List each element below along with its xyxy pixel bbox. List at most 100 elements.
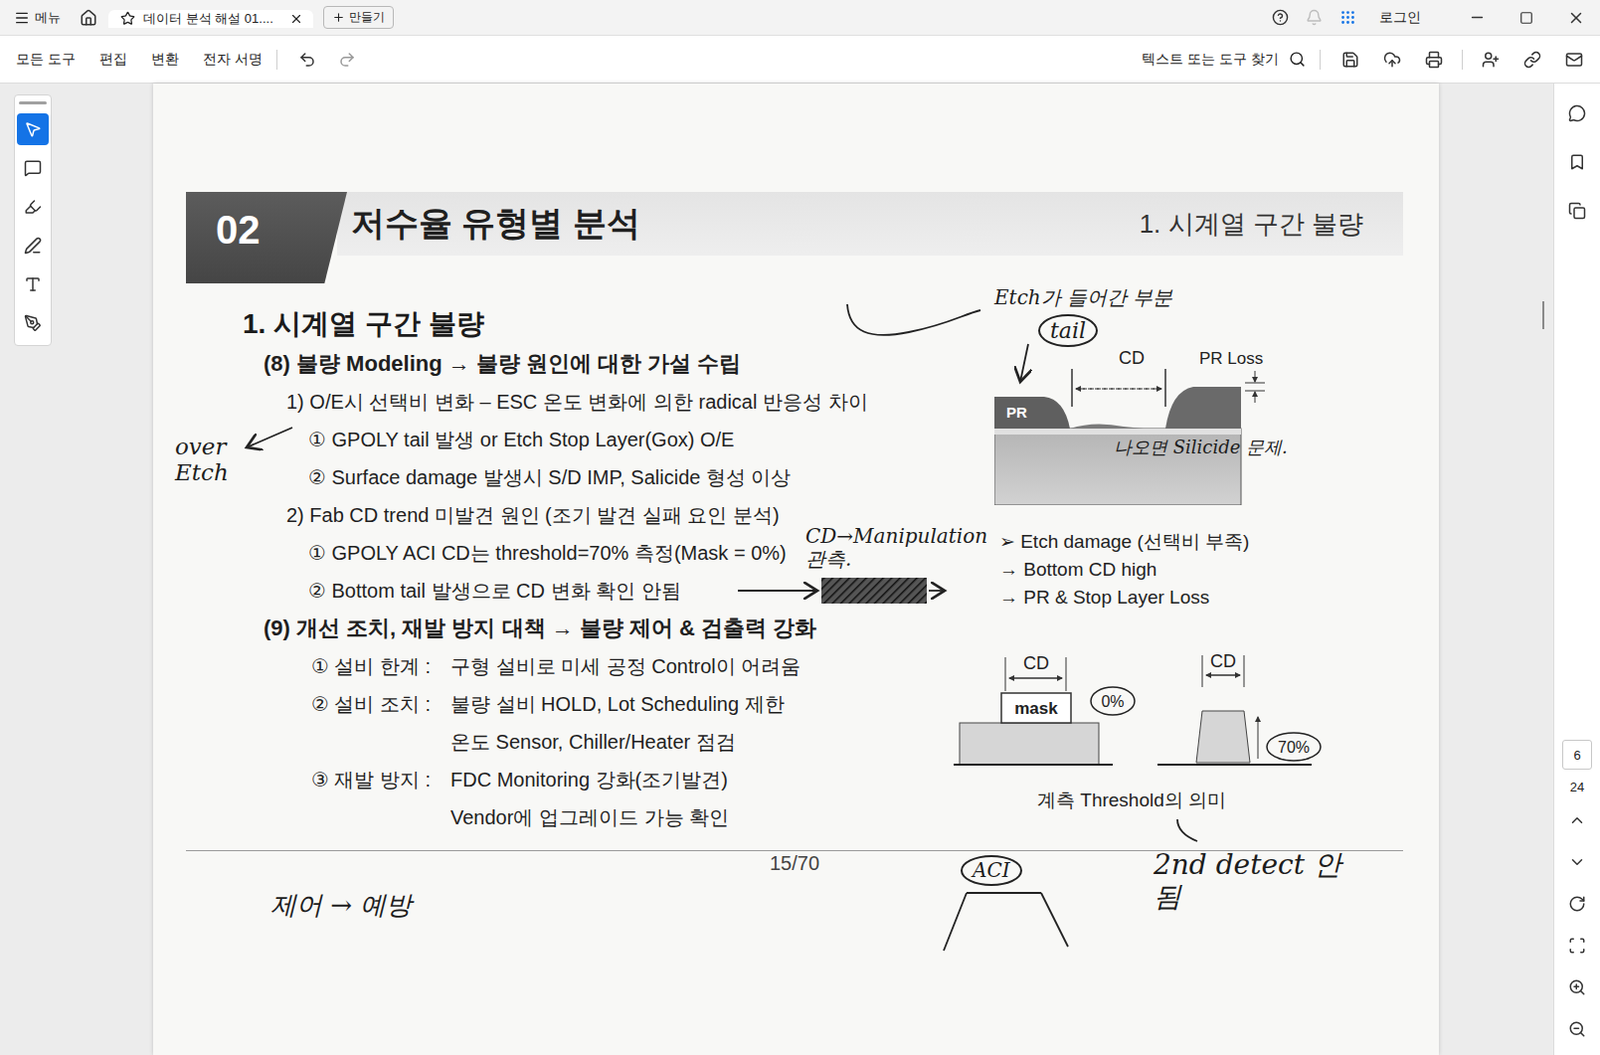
minimize-button[interactable] xyxy=(1452,1,1501,34)
menu-icon xyxy=(13,9,30,26)
help-button[interactable] xyxy=(1263,1,1296,34)
toolbar-separator xyxy=(276,49,278,70)
section-banner: 02저수율 유형별 분석1. 시계열 구간 불량 xyxy=(185,191,1404,284)
figure-note: → PR & Stop Layer Loss xyxy=(999,583,1404,612)
handwritten-note: 제어 → 예방 xyxy=(270,890,412,921)
tool-button[interactable] xyxy=(16,229,49,262)
figure-caption: 계측 Threshold의 의미 xyxy=(1037,787,1404,814)
toolbar-item[interactable]: 변환 xyxy=(151,50,179,69)
undo-button[interactable] xyxy=(291,43,324,76)
tool-button[interactable] xyxy=(16,113,49,146)
tab-title: 데이터 분석 해설 01.... xyxy=(143,9,282,28)
figure-note: ➢ Etch damage (선택비 부족) xyxy=(999,528,1404,556)
comments-button[interactable] xyxy=(1561,97,1594,130)
handwritten-note: tail xyxy=(1038,314,1098,348)
redo-button[interactable] xyxy=(331,43,363,76)
chevron-up-icon xyxy=(1568,811,1587,830)
cloud-upload-icon xyxy=(1383,50,1402,69)
toolbar-item[interactable]: 편집 xyxy=(99,50,128,69)
handwritten-note: over Etch xyxy=(175,433,245,487)
tool-search[interactable]: 텍스트 또는 도구 찾기 xyxy=(1141,50,1306,69)
rotate-icon xyxy=(1568,894,1587,913)
figure-notes: ➢ Etch damage (선택비 부족)→ Bottom CD high→ … xyxy=(999,528,1404,612)
login-button[interactable]: 로그인 xyxy=(1365,8,1451,27)
close-icon xyxy=(1567,8,1586,27)
toolbar-item[interactable]: 전자 서명 xyxy=(202,50,263,69)
sign-tool-icon xyxy=(23,314,42,333)
etch-profile-figure: CDPR LossPR xyxy=(994,347,1285,506)
email-button[interactable] xyxy=(1558,43,1591,76)
panel-handle[interactable] xyxy=(18,101,47,105)
viewer-area: 02저수율 유형별 분석1. 시계열 구간 불량1. 시계열 구간 불량(8) … xyxy=(0,83,1600,1055)
zoom-out-button[interactable] xyxy=(1561,1013,1594,1046)
pr-loss-label: PR Loss xyxy=(1199,349,1263,368)
toolbar-separator xyxy=(1461,49,1463,70)
threshold-label: 70% xyxy=(1277,738,1310,756)
handwritten-note: CD→Manipulation 관측. xyxy=(805,525,985,571)
line-label: ③ 재발 방지 : xyxy=(311,766,451,794)
tool-button[interactable] xyxy=(16,190,49,223)
home-icon xyxy=(79,8,98,27)
home-button[interactable] xyxy=(72,1,105,34)
apps-button[interactable] xyxy=(1331,1,1364,34)
redo-icon xyxy=(338,50,356,69)
text-line: (8) 불량 Modeling → 불량 원인에 대한 가설 수립 xyxy=(242,345,952,383)
save-button[interactable] xyxy=(1334,43,1367,76)
fit-page-icon xyxy=(1568,936,1587,955)
pages-button[interactable] xyxy=(1561,194,1594,227)
tool-button[interactable] xyxy=(16,152,49,184)
link-button[interactable] xyxy=(1516,43,1549,76)
text-line: ② 설비 조치 :불량 설비 HOLD, Lot Scheduling 제한 xyxy=(242,685,952,723)
next-page-button[interactable] xyxy=(1561,846,1594,879)
pdf-viewer-window: 메뉴 데이터 분석 해설 01.... 만들기 로그인모든 도구 편집 변환 전자 서명 텍스… xyxy=(0,0,1600,1055)
close-button[interactable] xyxy=(1552,1,1600,34)
chevron-down-icon xyxy=(1568,853,1587,872)
comment-tool-icon xyxy=(23,159,42,178)
toolbar: 모든 도구 편집 변환 전자 서명 텍스트 또는 도구 찾기 xyxy=(0,35,1600,84)
scroll-thumb[interactable] xyxy=(1542,301,1545,330)
help-icon xyxy=(1271,8,1289,26)
scroll-gutter xyxy=(1438,83,1554,1055)
close-tab-icon[interactable] xyxy=(289,11,304,26)
threshold-label: 0% xyxy=(1100,693,1124,711)
handwritten-note: 2nd detect 안됨 xyxy=(1153,849,1363,913)
cd-label: CD xyxy=(1023,653,1050,674)
text-tool-icon xyxy=(23,275,42,294)
menu-button[interactable]: 메뉴 xyxy=(11,8,69,27)
bookmarks-button[interactable] xyxy=(1561,146,1594,178)
zoom-in-icon xyxy=(1568,978,1587,997)
comment-icon xyxy=(1568,104,1587,123)
document-tab[interactable]: 데이터 분석 해설 01.... xyxy=(108,9,314,28)
tool-button[interactable] xyxy=(16,307,49,340)
print-button[interactable] xyxy=(1418,43,1450,76)
figure-column: CDPR LossPR ➢ Etch damage (선택비 부족)→ Botto… xyxy=(951,303,1404,837)
select-tool-icon xyxy=(23,120,42,139)
left-gutter xyxy=(0,83,154,1055)
zoom-out-icon xyxy=(1568,1020,1587,1039)
document-page: 02저수율 유형별 분석1. 시계열 구간 불량1. 시계열 구간 불량(8) … xyxy=(153,83,1439,1055)
toolbar-separator xyxy=(1319,49,1321,70)
previous-page-button[interactable] xyxy=(1561,804,1594,837)
notifications-button[interactable] xyxy=(1297,1,1330,34)
zoom-in-button[interactable] xyxy=(1561,971,1594,1004)
text-line: ② Bottom tail 발생으로 CD 변화 확인 안됨 xyxy=(242,571,952,610)
star-icon xyxy=(120,10,136,26)
text-line: 1) O/E시 선택비 변화 – ESC 온도 변화에 의한 radical 반… xyxy=(242,382,952,421)
maximize-icon xyxy=(1519,10,1534,25)
handwritten-note: 나오면 Silicide 문제. xyxy=(1113,437,1288,459)
banner-number: 02 xyxy=(185,191,348,284)
undo-icon xyxy=(298,50,317,69)
banner-title: 저수율 유형별 분석 xyxy=(351,200,641,247)
text-line: ② Surface damage 발생시 S/D IMP, Salicide 형… xyxy=(242,458,952,497)
text-line: Vendor에 업그레이드 가능 확인 xyxy=(242,798,952,837)
upload-button[interactable] xyxy=(1376,43,1409,76)
mask-label: mask xyxy=(1014,699,1059,718)
maximize-button[interactable] xyxy=(1502,1,1551,34)
rotate-button[interactable] xyxy=(1561,888,1594,920)
current-page-field[interactable]: 6 xyxy=(1562,739,1593,770)
share-button[interactable] xyxy=(1474,43,1507,76)
tool-button[interactable] xyxy=(16,268,49,301)
fit-page-button[interactable] xyxy=(1561,929,1594,962)
toolbar-item[interactable]: 모든 도구 xyxy=(15,50,76,69)
new-button[interactable]: 만들기 xyxy=(323,5,394,29)
